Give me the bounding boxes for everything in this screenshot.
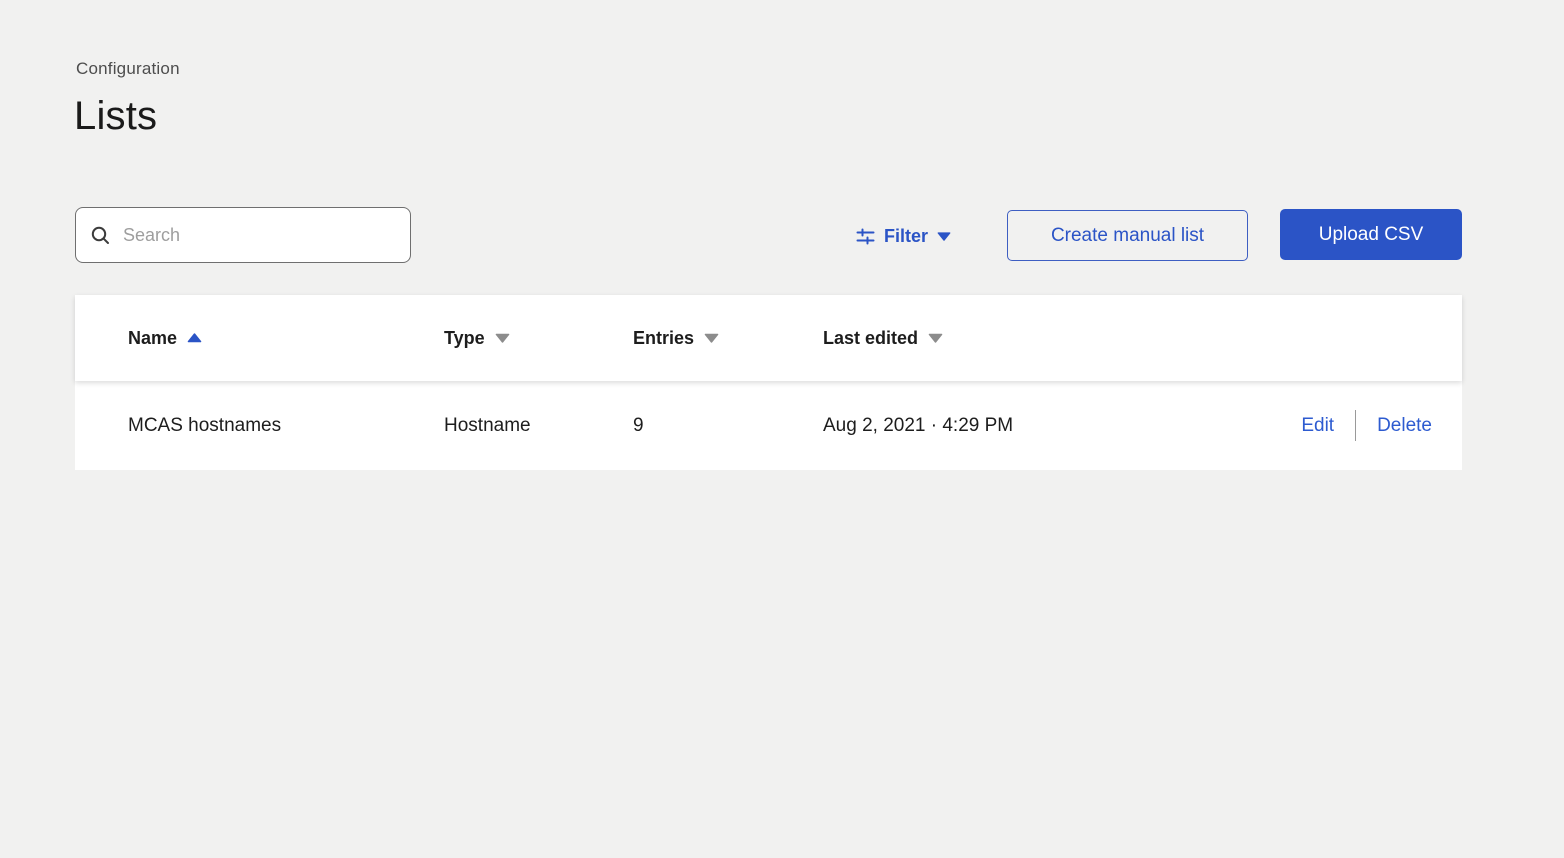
column-label: Name: [128, 327, 178, 348]
caret-down-icon: [495, 333, 510, 343]
caret-down-icon: [928, 333, 943, 343]
row-actions: Edit Delete: [1301, 410, 1432, 441]
cell-name: MCAS hostnames: [128, 414, 282, 436]
column-header-type[interactable]: Type: [444, 328, 633, 349]
column-header-last-edited[interactable]: Last edited: [823, 328, 1432, 349]
delete-link[interactable]: Delete: [1377, 415, 1432, 437]
filter-button[interactable]: Filter: [856, 221, 951, 251]
edit-link[interactable]: Edit: [1301, 415, 1334, 437]
search-box[interactable]: [75, 207, 411, 263]
create-manual-list-button[interactable]: Create manual list: [1007, 210, 1248, 261]
caret-down-icon: [704, 333, 719, 343]
filter-sliders-icon: [856, 228, 875, 245]
cell-type: Hostname: [444, 414, 531, 436]
cell-entries: 9: [633, 414, 644, 436]
upload-csv-button[interactable]: Upload CSV: [1280, 209, 1462, 260]
caret-down-icon: [937, 231, 951, 241]
column-header-name[interactable]: Name: [128, 328, 444, 349]
column-label: Type: [444, 327, 485, 348]
search-icon: [91, 226, 110, 245]
breadcrumb: Configuration: [76, 59, 180, 78]
search-input[interactable]: [121, 223, 395, 247]
actions-divider: [1355, 410, 1357, 441]
sort-asc-icon: [187, 333, 202, 343]
table-header: Name Type Entries Last edited: [75, 295, 1462, 381]
cell-last-edited: Aug 2, 2021 · 4:29 PM: [823, 414, 1014, 436]
filter-label: Filter: [884, 225, 929, 246]
column-label: Last edited: [823, 327, 919, 348]
column-header-entries[interactable]: Entries: [633, 328, 823, 349]
table-row: MCAS hostnames Hostname 9 Aug 2, 2021 · …: [75, 381, 1462, 470]
column-label: Entries: [633, 327, 695, 348]
page-title: Lists: [74, 94, 158, 138]
